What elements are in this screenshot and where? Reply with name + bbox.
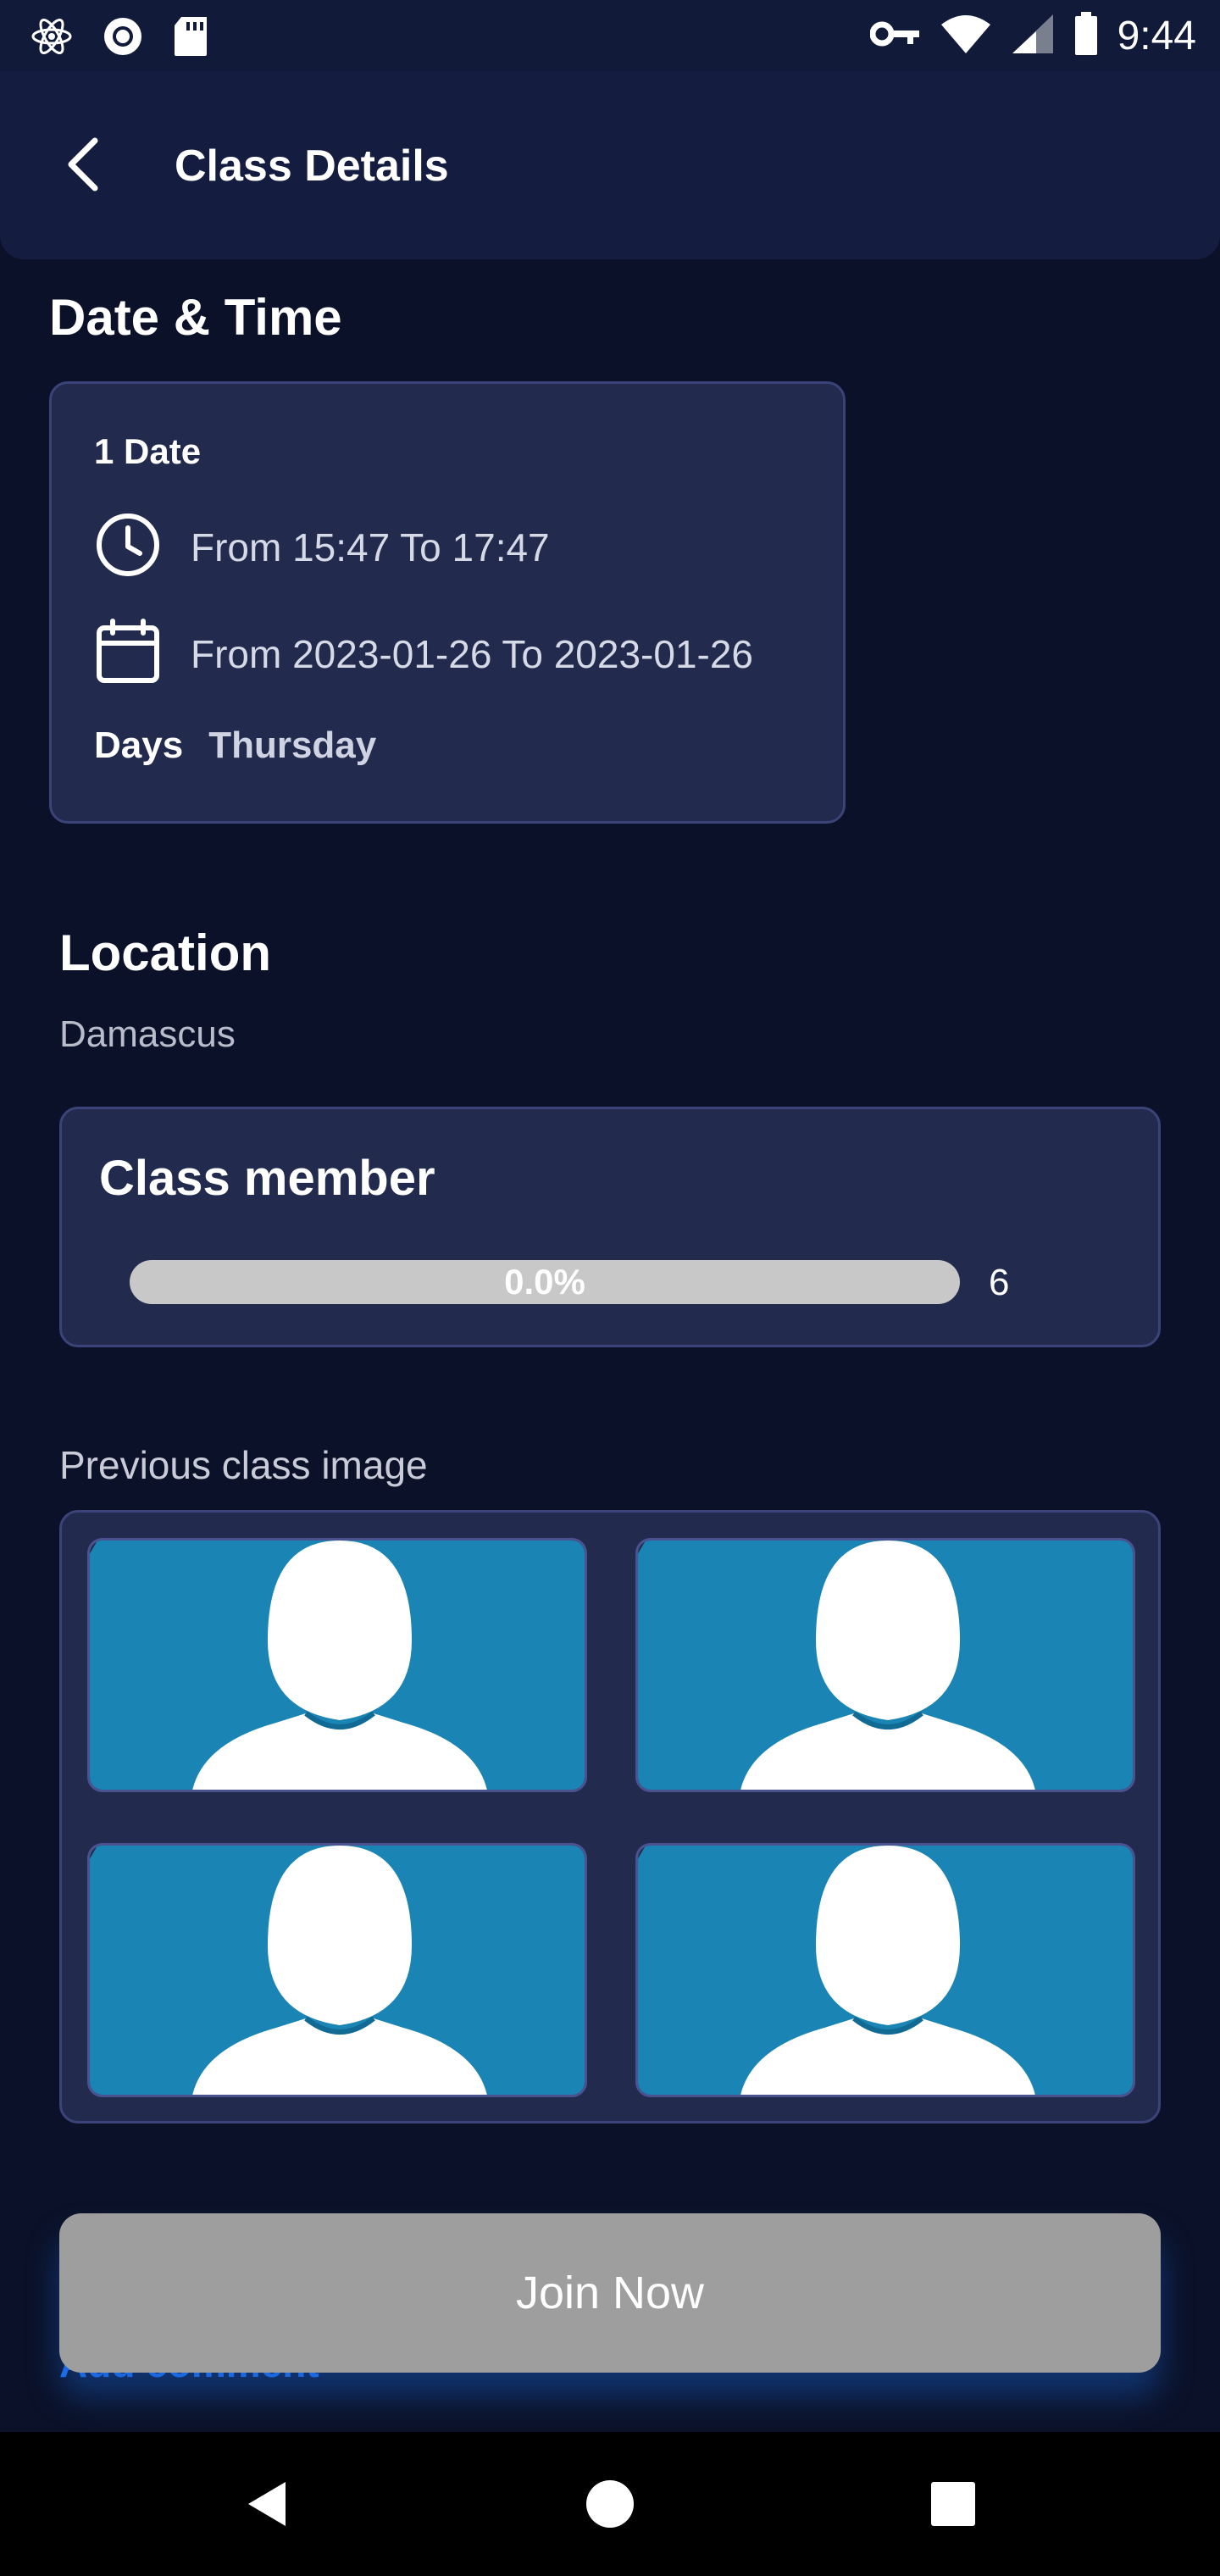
class-member-title: Class member <box>99 1151 435 1206</box>
status-time: 9:44 <box>1117 14 1196 58</box>
date-range-row: From 2023-01-26 To 2023-01-26 <box>94 618 753 690</box>
time-range-row: From 15:47 To 17:47 <box>94 511 550 583</box>
radio-icon <box>102 15 144 62</box>
previous-image-thumbnail[interactable] <box>635 1843 1135 2097</box>
join-now-button[interactable]: Join Now <box>59 2213 1161 2373</box>
react-icon <box>30 15 73 62</box>
date-time-card: 1 Date From 15:47 To 17:47 From 2023-01-… <box>49 381 846 824</box>
class-member-card: Class member 0.0% 6 <box>59 1107 1161 1347</box>
days-value: Thursday <box>208 724 377 766</box>
previous-image-thumbnail[interactable] <box>635 1538 1135 1792</box>
chevron-left-icon <box>68 137 98 192</box>
battery-icon <box>1073 12 1099 60</box>
date-time-heading: Date & Time <box>49 289 342 346</box>
nav-home-icon <box>586 2480 634 2528</box>
location-heading: Location <box>59 924 271 981</box>
system-nav-bar <box>0 2432 1220 2576</box>
member-progress-text: 0.0% <box>504 1262 585 1302</box>
location-value: Damascus <box>59 1013 236 1055</box>
status-bar: 9:44 <box>0 0 1220 71</box>
previous-images-label: Previous class image <box>59 1443 428 1487</box>
nav-recents-icon <box>931 2482 975 2526</box>
status-left-icons <box>30 15 210 62</box>
member-progress-bar: 0.0% <box>130 1260 960 1304</box>
nav-recents-button[interactable] <box>915 2466 991 2542</box>
member-count: 6 <box>989 1262 1010 1303</box>
key-icon <box>869 17 921 55</box>
time-range-text: From 15:47 To 17:47 <box>191 525 550 569</box>
page-title: Class Details <box>175 142 449 191</box>
nav-back-button[interactable] <box>229 2466 305 2542</box>
nav-back-icon <box>248 2482 286 2526</box>
avatar-placeholder-icon <box>638 1846 1133 2095</box>
days-row: Days Thursday <box>94 724 376 767</box>
days-label: Days <box>94 724 184 766</box>
previous-image-thumbnail[interactable] <box>87 1843 587 2097</box>
signal-icon <box>1011 13 1055 59</box>
wifi-icon <box>940 13 992 59</box>
app-bar: Class Details <box>0 71 1220 259</box>
date-count-label: 1 Date <box>94 431 202 471</box>
calendar-icon <box>94 618 162 690</box>
avatar-placeholder-icon <box>638 1541 1133 1790</box>
avatar-placeholder-icon <box>90 1541 585 1790</box>
status-right-icons: 9:44 <box>869 12 1196 60</box>
sd-card-icon <box>173 15 210 62</box>
previous-image-thumbnail[interactable] <box>87 1538 587 1792</box>
clock-icon <box>94 511 162 583</box>
date-range-text: From 2023-01-26 To 2023-01-26 <box>191 631 754 676</box>
nav-home-button[interactable] <box>572 2466 648 2542</box>
avatar-placeholder-icon <box>90 1846 585 2095</box>
back-button[interactable] <box>51 130 119 198</box>
previous-images-gallery <box>59 1510 1161 2124</box>
